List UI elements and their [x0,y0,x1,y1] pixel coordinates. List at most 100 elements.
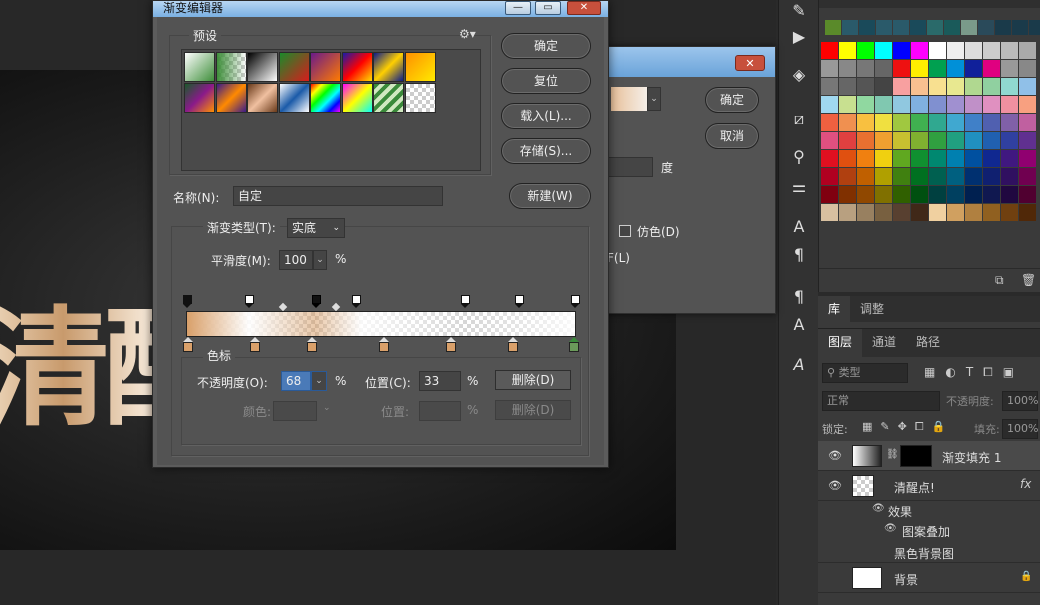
swatch[interactable] [821,186,838,203]
tab-adjust[interactable]: 调整 [850,296,894,322]
gradient-preset[interactable] [215,52,247,82]
ok-button[interactable]: 确定 [501,33,591,59]
swatch[interactable] [965,150,982,167]
paragraph-icon[interactable]: ¶ [787,244,811,266]
swatch[interactable] [875,150,892,167]
swatch[interactable] [983,42,1000,59]
layer-kind-filter[interactable]: ⚲ 类型 [822,363,908,383]
swatch[interactable] [893,60,910,77]
swatch[interactable] [983,150,1000,167]
layer-effects-row[interactable]: 👁 效果 [818,501,1040,521]
swatch[interactable] [1019,186,1036,203]
effects-eye-icon[interactable]: 👁 [872,503,885,514]
swatch[interactable] [947,78,964,95]
swatch[interactable] [1001,114,1018,131]
swatch[interactable] [929,78,946,95]
dither-checkbox[interactable] [619,225,631,237]
swatch[interactable] [839,60,856,77]
swatch[interactable] [929,96,946,113]
swatch[interactable] [929,150,946,167]
gradient-preview-bar[interactable] [186,311,576,337]
swatch[interactable] [1019,204,1036,221]
chevron-down-icon[interactable]: ⌄ [313,250,327,270]
tab-channels[interactable]: 通道 [862,329,906,357]
swatch[interactable] [1019,42,1036,59]
clone-icon[interactable]: ⚲ [787,146,811,168]
swatch[interactable] [839,42,856,59]
recent-swatch[interactable] [927,20,943,35]
save-button[interactable]: 存储(S)... [501,138,591,164]
color-stop[interactable] [446,337,456,353]
swatch[interactable] [893,42,910,59]
swatch[interactable] [911,114,928,131]
swatch[interactable] [1001,204,1018,221]
adjust-icon[interactable]: ⧄ [787,108,811,130]
color-stop[interactable] [183,337,193,353]
swatch[interactable] [839,132,856,149]
swatch[interactable] [947,150,964,167]
swatch[interactable] [839,78,856,95]
swatch[interactable] [1019,150,1036,167]
new-swatch-icon[interactable]: ⧉ [995,273,1004,288]
swatch[interactable] [929,114,946,131]
color-stop[interactable] [508,337,518,353]
swatch[interactable] [965,186,982,203]
3d-cube-icon[interactable]: ◈ [787,64,811,86]
swatch[interactable] [857,132,874,149]
recent-swatch[interactable] [910,20,926,35]
gradient-preset[interactable] [184,83,215,113]
swatch[interactable] [857,60,874,77]
swatch[interactable] [875,186,892,203]
gradient-swatch[interactable] [611,87,647,111]
sliders-icon[interactable]: ⚌ [787,176,811,198]
opacity-stop[interactable] [352,295,361,308]
chevron-down-icon[interactable]: ⌄ [311,371,327,391]
lock-move-icon[interactable]: ✥ [898,420,907,434]
recent-swatch[interactable] [978,20,994,35]
glyph-icon[interactable]: A [787,354,811,376]
swatch[interactable] [965,132,982,149]
swatch[interactable] [875,78,892,95]
swatch[interactable] [983,78,1000,95]
color-stop[interactable] [379,337,389,353]
swatch[interactable] [929,186,946,203]
adjust-filter-icon[interactable]: ◐ [945,365,955,380]
recent-swatch[interactable] [842,20,858,35]
swatch[interactable] [983,60,1000,77]
swatch[interactable] [893,150,910,167]
gradient-preset[interactable] [278,52,310,82]
recent-swatch[interactable] [944,20,960,35]
name-field[interactable]: 自定 [233,186,443,206]
swatch[interactable] [893,204,910,221]
swatch[interactable] [929,168,946,185]
swatch[interactable] [857,114,874,131]
tab-paths[interactable]: 路径 [906,329,950,357]
swatch[interactable] [875,42,892,59]
fx-icon[interactable]: fx [1020,477,1031,491]
swatch[interactable] [893,96,910,113]
swatch[interactable] [1001,96,1018,113]
swatch[interactable] [893,168,910,185]
opacity-stop[interactable] [183,295,192,308]
swatch[interactable] [893,114,910,131]
swatch[interactable] [1019,114,1036,131]
swatch[interactable] [1001,42,1018,59]
blend-mode-select[interactable]: 正常 [822,391,940,411]
swatch[interactable] [911,96,928,113]
recent-swatch[interactable] [876,20,892,35]
layer-opacity-field[interactable]: 100% [1002,391,1038,411]
swatch[interactable] [983,132,1000,149]
swatch[interactable] [1019,96,1036,113]
swatch[interactable] [911,186,928,203]
lock-paint-icon[interactable]: ✎ [880,420,889,434]
swatch[interactable] [965,60,982,77]
color-stop[interactable] [569,337,579,353]
swatch[interactable] [965,96,982,113]
swatch[interactable] [839,168,856,185]
gradient-preset[interactable] [310,83,341,113]
gradient-preset[interactable] [278,83,310,113]
gradient-preset[interactable] [341,52,373,82]
gradient-preset[interactable] [310,52,341,82]
swatch[interactable] [911,150,928,167]
reset-button[interactable]: 复位 [501,68,591,94]
